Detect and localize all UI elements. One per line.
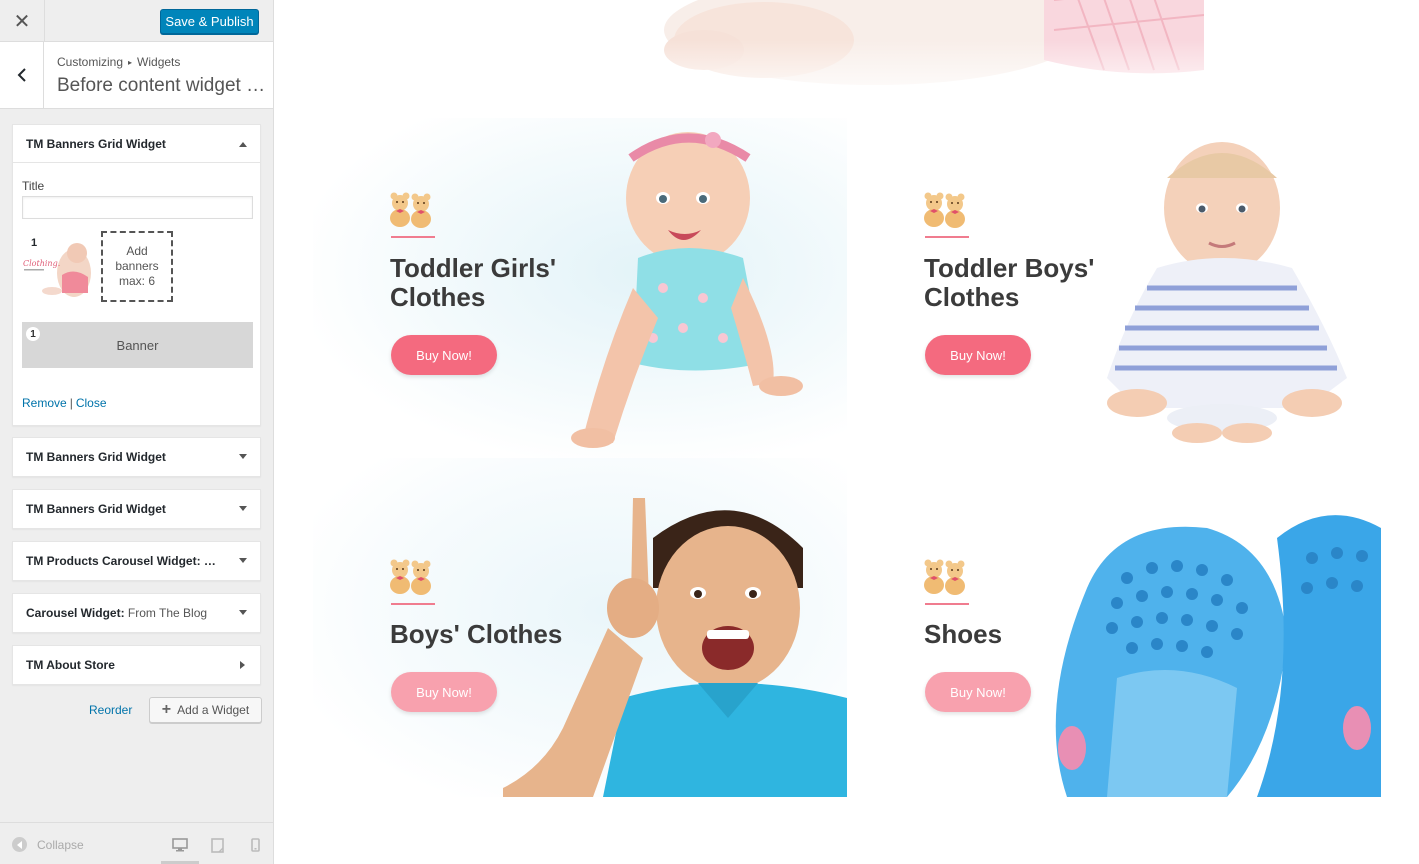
add-banners-line2: banners bbox=[115, 259, 159, 273]
widget-title: TM Banners Grid Widget bbox=[26, 136, 166, 151]
banner-boys-clothes[interactable]: Boys' Clothes Buy Now! bbox=[313, 458, 847, 797]
widget-products-carousel[interactable]: TM Products Carousel Widget: Sale bbox=[12, 541, 261, 581]
collapse-button[interactable]: Collapse bbox=[12, 837, 84, 852]
teddy-bears-icon bbox=[390, 559, 431, 595]
title-label: Title bbox=[22, 179, 45, 193]
customizer-header: ✕ Save & Publish bbox=[0, 0, 273, 42]
actions-separator: | bbox=[69, 396, 73, 410]
widget-header[interactable]: TM Banners Grid Widget bbox=[13, 125, 260, 163]
boy-pointing-image bbox=[503, 498, 847, 797]
accent-line bbox=[391, 603, 435, 605]
widget-banners-grid-2[interactable]: TM Banners Grid Widget bbox=[12, 437, 261, 477]
add-widget-label: Add a Widget bbox=[177, 703, 250, 717]
close-icon: ✕ bbox=[13, 10, 31, 33]
teddy-bears-icon bbox=[924, 559, 965, 595]
widget-in-title: From The Blog bbox=[127, 606, 208, 620]
close-customizer-button[interactable]: ✕ bbox=[0, 0, 45, 42]
widget-title: Carousel Widget: bbox=[26, 606, 125, 620]
banner-shoes[interactable]: Shoes Buy Now! bbox=[847, 458, 1381, 797]
triangle-down-icon[interactable] bbox=[238, 608, 248, 618]
back-button[interactable] bbox=[0, 42, 44, 108]
teddy-bears-icon bbox=[390, 192, 431, 228]
accent-line bbox=[925, 236, 969, 238]
buy-now-button[interactable]: Buy Now! bbox=[925, 335, 1031, 375]
save-publish-button[interactable]: Save & Publish bbox=[160, 9, 259, 34]
section-header: Customizing ▸ Widgets Before content widge… bbox=[0, 42, 273, 109]
add-banners-button[interactable]: Add banners max: 6 bbox=[101, 231, 173, 302]
widget-title: TM Banners Grid Widget bbox=[26, 502, 166, 516]
collapse-label: Collapse bbox=[37, 837, 84, 852]
banner-item-label: Banner bbox=[116, 337, 159, 353]
customizer-footer: Collapse bbox=[0, 822, 273, 864]
widget-title: TM About Store bbox=[26, 658, 115, 672]
widget-actions: Remove | Close bbox=[22, 396, 107, 410]
mobile-preview-icon[interactable] bbox=[245, 835, 265, 855]
widget-carousel-blog[interactable]: Carousel Widget: From The Blog bbox=[12, 593, 261, 633]
thumbnail-text: Clothing. bbox=[23, 259, 60, 268]
widget-about-store[interactable]: TM About Store bbox=[12, 645, 261, 685]
accent-line bbox=[391, 236, 435, 238]
add-banners-line1: Add bbox=[126, 244, 148, 258]
triangle-up-icon[interactable] bbox=[238, 139, 248, 149]
close-link[interactable]: Close bbox=[76, 396, 107, 410]
widget-form: Title Clothing. 1 Add banners max: 6 1 B… bbox=[13, 163, 260, 425]
chevron-left-icon bbox=[17, 68, 26, 82]
widget-header[interactable]: TM About Store bbox=[13, 646, 260, 684]
tablet-preview-icon[interactable] bbox=[207, 835, 227, 855]
breadcrumb-root: Customizing bbox=[57, 55, 124, 69]
triangle-down-icon[interactable] bbox=[238, 504, 248, 514]
triangle-down-icon[interactable] bbox=[238, 556, 248, 566]
widget-banners-grid-3[interactable]: TM Banners Grid Widget bbox=[12, 489, 261, 529]
site-preview: Toddler Girls' Clothes Buy Now! Toddler … bbox=[274, 0, 1419, 864]
add-banners-line3: max: 6 bbox=[118, 274, 155, 288]
plus-icon: + bbox=[161, 701, 172, 718]
remove-link[interactable]: Remove bbox=[22, 396, 67, 410]
add-widget-button[interactable]: + Add a Widget bbox=[149, 697, 262, 723]
buy-now-button[interactable]: Buy Now! bbox=[391, 672, 497, 712]
baby-feet-image bbox=[644, 0, 1204, 105]
widget-header[interactable]: TM Banners Grid Widget bbox=[13, 490, 260, 528]
widget-header[interactable]: TM Products Carousel Widget: Sale bbox=[13, 542, 260, 580]
blue-clogs-image bbox=[1055, 515, 1381, 797]
triangle-down-icon[interactable] bbox=[238, 452, 248, 462]
widget-title: TM Products Carousel Widget: Sale bbox=[26, 554, 221, 568]
widget-banners-grid-1: TM Banners Grid Widget Title Clothing. 1 bbox=[12, 124, 261, 426]
banner-count: 1 bbox=[31, 237, 38, 249]
triangle-right-icon[interactable] bbox=[238, 660, 248, 670]
collapse-arrow-icon bbox=[12, 837, 27, 852]
buy-now-button[interactable]: Buy Now! bbox=[925, 672, 1031, 712]
reorder-link[interactable]: Reorder bbox=[89, 703, 132, 717]
widget-header[interactable]: Carousel Widget: From The Blog bbox=[13, 594, 260, 632]
baby-girl-image bbox=[571, 132, 803, 448]
breadcrumb: Customizing ▸ Widgets bbox=[57, 55, 180, 69]
banner-toddler-boys[interactable]: Toddler Boys' Clothes Buy Now! bbox=[847, 118, 1381, 458]
buy-now-button[interactable]: Buy Now! bbox=[391, 335, 497, 375]
banner-item[interactable]: 1 Banner bbox=[22, 322, 253, 368]
breadcrumb-child: Widgets bbox=[137, 55, 181, 69]
widget-header[interactable]: TM Banners Grid Widget bbox=[13, 438, 260, 476]
widget-title: TM Banners Grid Widget bbox=[26, 450, 166, 464]
teddy-bears-icon bbox=[924, 192, 965, 228]
title-input[interactable] bbox=[22, 196, 253, 219]
accent-line bbox=[925, 603, 969, 605]
section-title: Before content widget area bbox=[57, 75, 269, 96]
widget-title-wrap: Carousel Widget: From The Blog bbox=[26, 606, 221, 620]
breadcrumb-separator: ▸ bbox=[128, 58, 133, 67]
banner-item-number: 1 bbox=[26, 327, 40, 341]
banner-toddler-girls[interactable]: Toddler Girls' Clothes Buy Now! bbox=[313, 118, 847, 458]
baby-boy-image bbox=[1107, 142, 1347, 443]
customizer-sidebar: ✕ Save & Publish Customizing ▸ Widgets Bef… bbox=[0, 0, 274, 864]
desktop-preview-icon[interactable] bbox=[170, 835, 190, 855]
